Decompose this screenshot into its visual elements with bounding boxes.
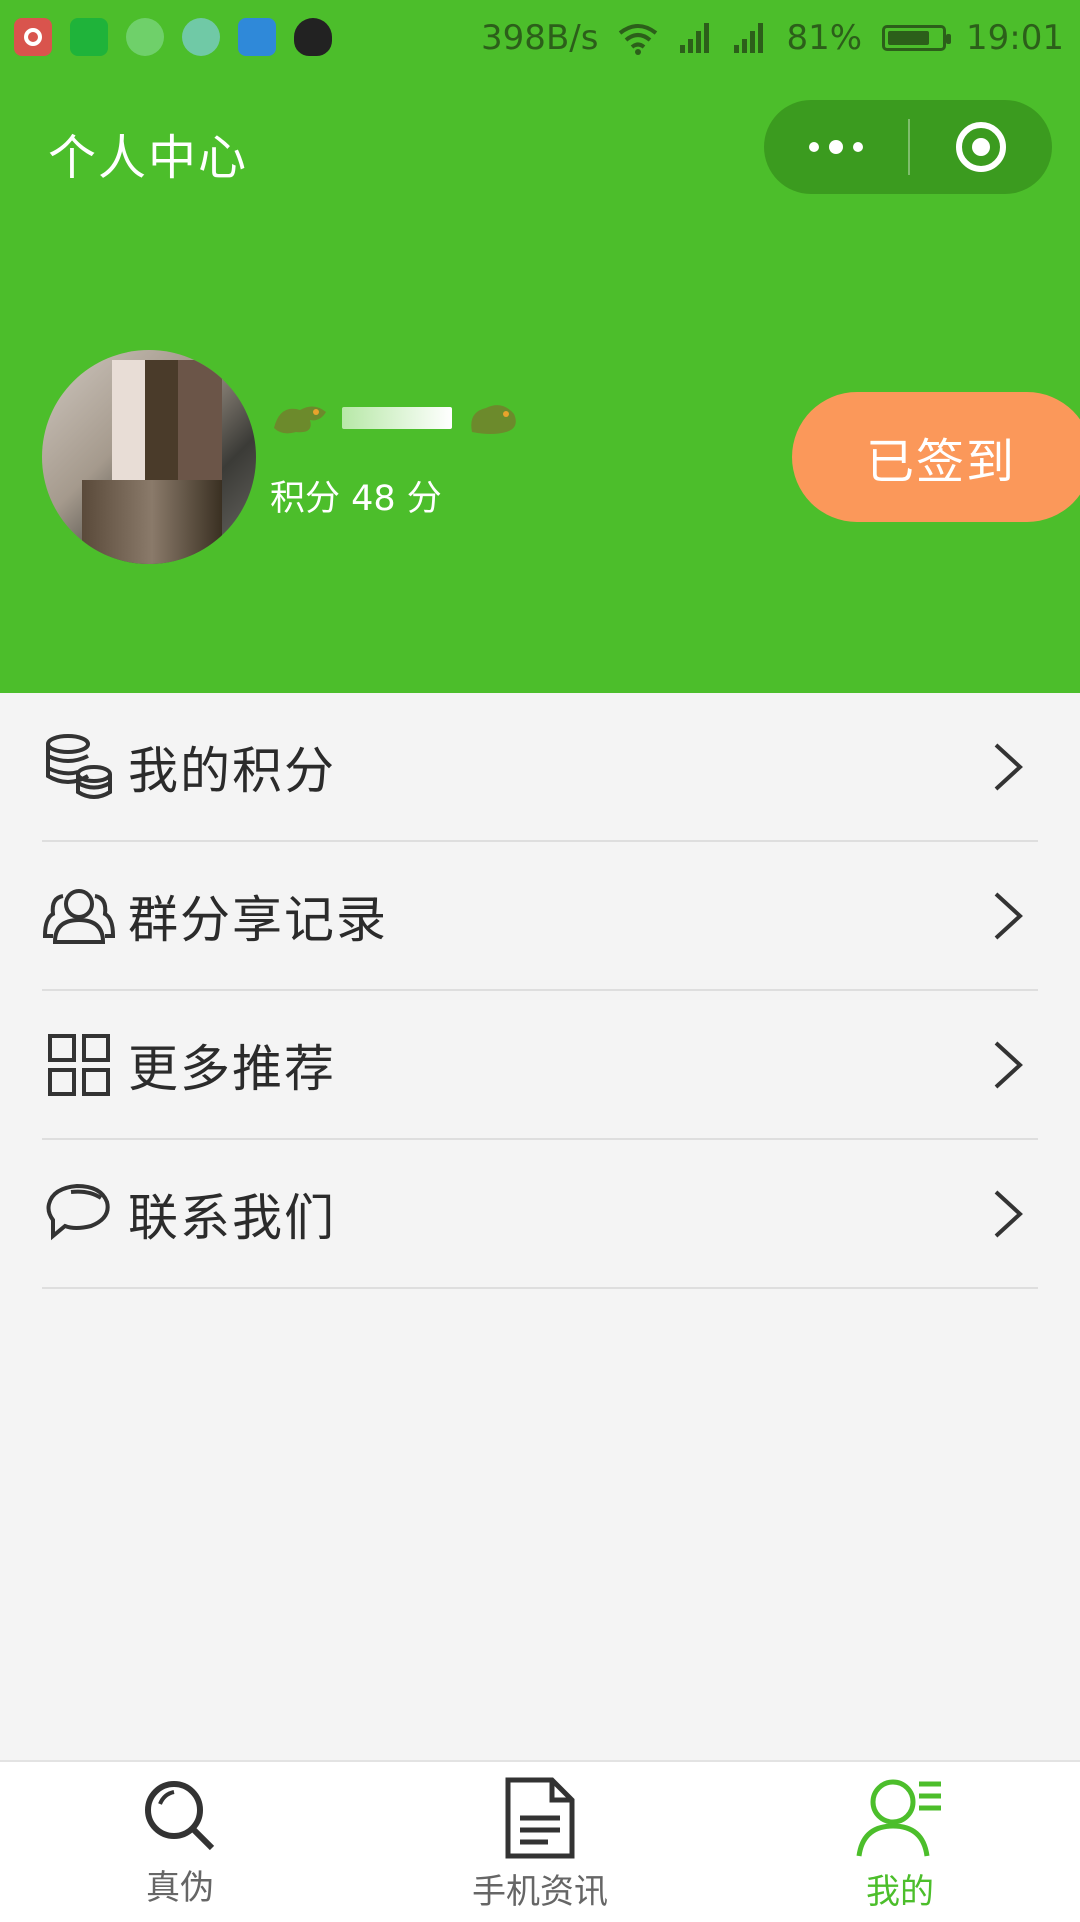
notification-icons xyxy=(14,18,332,56)
tab-label: 真伪 xyxy=(146,1868,214,1908)
battery-fill xyxy=(888,31,929,45)
document-icon xyxy=(505,1777,575,1859)
dragon-emoji-icon xyxy=(274,406,326,434)
miniprogram-capsule[interactable] xyxy=(764,100,1052,194)
menu-label: 我的积分 xyxy=(128,741,336,800)
wifi-icon xyxy=(619,24,658,55)
battery-percent: 81% xyxy=(786,18,863,58)
tab-label: 我的 xyxy=(866,1872,934,1912)
avatar[interactable] xyxy=(42,350,256,564)
group-icon xyxy=(42,879,116,953)
system-indicators: 398B/s 81% 19:01 xyxy=(481,18,1064,58)
dot-icon xyxy=(829,140,843,154)
menu-label: 联系我们 xyxy=(128,1188,336,1247)
shield-icon xyxy=(238,18,276,56)
menu-label: 更多推荐 xyxy=(128,1039,336,1098)
status-bar: 398B/s 81% 19:01 xyxy=(0,0,1080,80)
points-label: 积分 48 分 xyxy=(270,479,442,519)
menu-item-my-points[interactable]: 我的积分 xyxy=(42,693,1038,842)
menu-item-contact-us[interactable]: 联系我们 xyxy=(42,1140,1038,1289)
chat-icon xyxy=(42,1177,116,1251)
nickname-blurred xyxy=(342,407,452,429)
qq-icon xyxy=(294,18,332,56)
chevron-right-icon xyxy=(994,1041,1023,1088)
coins-icon xyxy=(42,730,116,804)
menu-label: 群分享记录 xyxy=(128,890,388,949)
tab-bar: 真伪 手机资讯 我的 xyxy=(0,1760,1080,1922)
checkin-button[interactable]: 已签到 xyxy=(792,392,1080,522)
grid-icon xyxy=(42,1028,116,1102)
dragon-emoji-icon xyxy=(471,405,516,434)
menu-item-group-share[interactable]: 群分享记录 xyxy=(42,842,1038,991)
battery-icon xyxy=(882,25,952,51)
clock: 19:01 xyxy=(966,18,1064,58)
close-miniprogram-button[interactable] xyxy=(910,100,1052,194)
avatar-pixelated xyxy=(82,480,222,564)
nickname xyxy=(270,398,524,438)
tab-phone-news[interactable]: 手机资讯 xyxy=(360,1762,720,1922)
menu-item-more-recommend[interactable]: 更多推荐 xyxy=(42,991,1038,1140)
menu-list: 我的积分 群分享记录 更多推荐 联系我们 xyxy=(42,693,1038,1289)
tab-authenticity[interactable]: 真伪 xyxy=(0,1762,360,1922)
chat-bubble-icon xyxy=(126,18,164,56)
user-icon xyxy=(856,1779,941,1857)
page-title: 个人中心 xyxy=(48,130,249,186)
chevron-right-icon xyxy=(994,743,1023,790)
signal-icon xyxy=(680,23,710,53)
message-icon xyxy=(182,18,220,56)
more-menu-button[interactable] xyxy=(764,100,908,194)
target-icon xyxy=(956,122,1006,172)
chevron-right-icon xyxy=(994,1190,1023,1237)
net-speed: 398B/s xyxy=(481,18,599,58)
record-app-icon xyxy=(14,18,52,56)
tab-mine[interactable]: 我的 xyxy=(720,1762,1080,1922)
wechat-icon xyxy=(70,18,108,56)
dot-icon xyxy=(853,142,863,152)
dot-icon xyxy=(809,142,819,152)
search-icon xyxy=(145,1781,215,1851)
tab-label: 手机资讯 xyxy=(472,1872,608,1912)
signal-4g-icon xyxy=(734,23,764,53)
chevron-right-icon xyxy=(994,892,1023,939)
